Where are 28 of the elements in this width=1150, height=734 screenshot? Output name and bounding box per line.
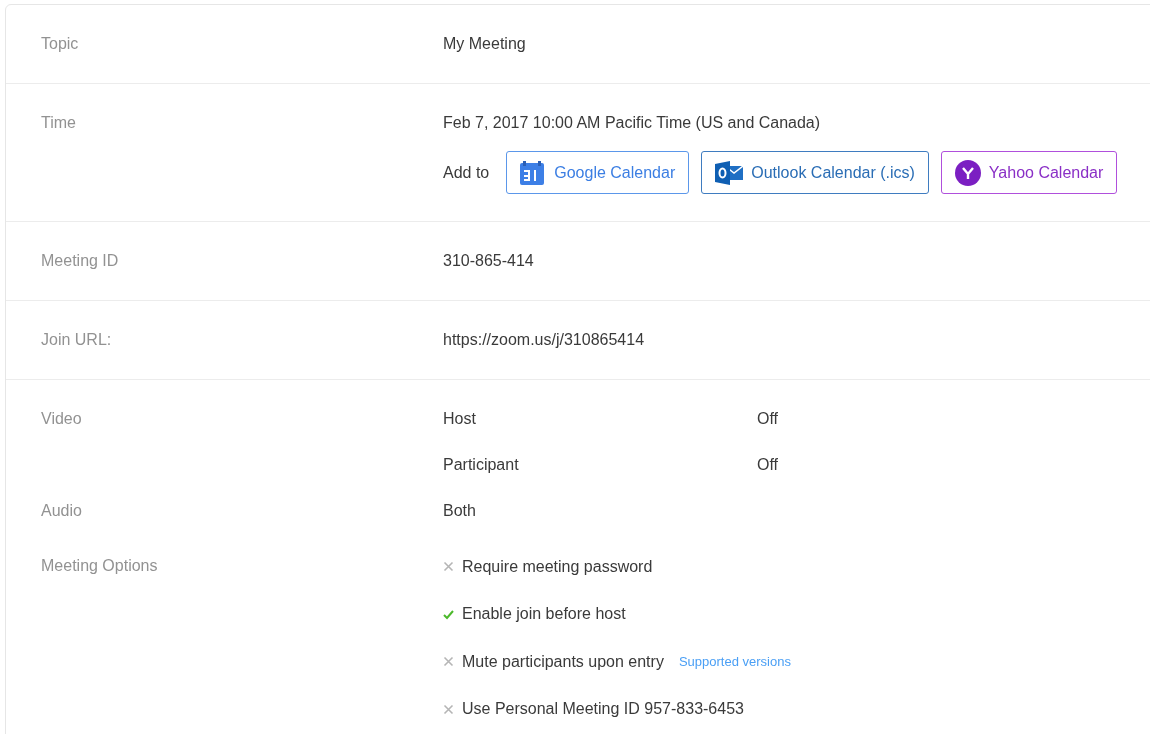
- circle-logo-icon: [954, 159, 981, 186]
- add-to-label: Add to: [443, 162, 490, 183]
- field-value: https://zoom.us/j/310865414: [443, 331, 645, 348]
- setting-value: Off: [757, 455, 780, 475]
- field-value: My Meeting: [443, 35, 526, 52]
- option-text: Enable join before host: [462, 604, 626, 625]
- field-value: Both: [443, 501, 476, 521]
- calendar-button[interactable]: Outlook Calendar (.ics): [701, 151, 929, 194]
- option-text: Require meeting password: [462, 556, 653, 577]
- calendar-button[interactable]: Yahoo Calendar: [940, 151, 1118, 194]
- envelope-icon: [715, 160, 744, 185]
- supported-versions-link[interactable]: Supported versions: [678, 649, 791, 674]
- calendar-icon: [520, 160, 547, 185]
- field-label: Time: [41, 114, 76, 131]
- setting-name: Host: [443, 409, 477, 429]
- field-label: Topic: [41, 35, 79, 52]
- field-value: Feb 7, 2017 10:00 AM Pacific Time (US and Canada): [443, 113, 822, 133]
- field-label: Video: [41, 410, 82, 427]
- field-label: Meeting Options: [41, 557, 158, 574]
- calendar-button[interactable]: Google Calendar: [506, 151, 690, 194]
- setting-name: Participant: [443, 455, 520, 475]
- field-label: Meeting ID: [41, 252, 119, 269]
- setting-value: Off: [757, 409, 780, 429]
- option-text: Mute participants upon entry: [462, 651, 664, 672]
- field-label: Audio: [41, 502, 82, 519]
- field-value: 310-865-414: [443, 252, 534, 269]
- field-label: Join URL:: [41, 331, 112, 348]
- option-text: Use Personal Meeting ID 957-833-6453: [462, 699, 744, 720]
